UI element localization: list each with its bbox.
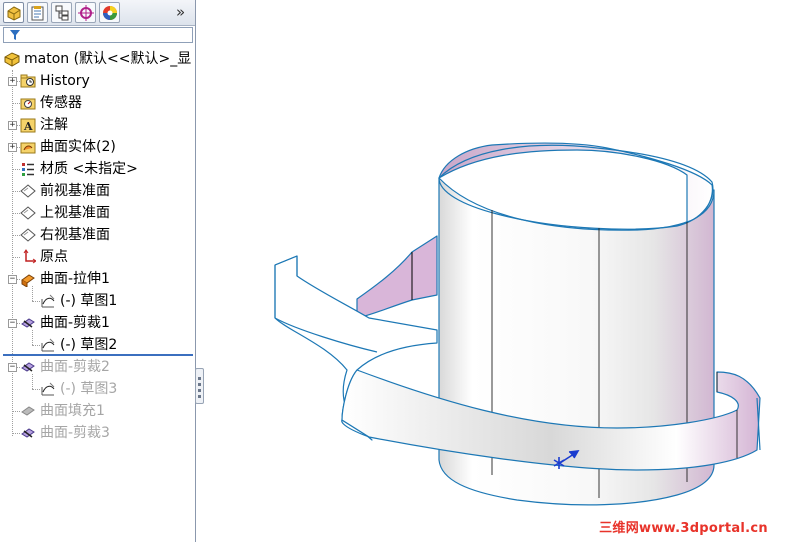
surface-extrude-icon xyxy=(21,274,35,287)
sketch-icon xyxy=(41,382,55,396)
tree-item-label: 前视基准面 xyxy=(40,183,110,199)
surface-trim-icon xyxy=(21,318,35,328)
tree-item[interactable]: (-) 草图1 xyxy=(0,286,195,312)
tree-item-label: 曲面-剪裁2 xyxy=(40,359,110,375)
tree-item-label: 注解 xyxy=(40,117,68,133)
part-icon xyxy=(4,52,20,67)
configurationmanager-tab[interactable] xyxy=(51,2,72,23)
tree-guide-line xyxy=(32,301,40,302)
tree-item[interactable]: 前视基准面 xyxy=(0,180,195,202)
svg-text:A: A xyxy=(23,120,33,133)
surface-trim-icon xyxy=(21,362,35,372)
graphics-viewport[interactable] xyxy=(197,0,788,542)
tree-item-label: 曲面-剪裁3 xyxy=(40,425,110,441)
origin-icon xyxy=(23,249,36,264)
collapse-toggle-icon[interactable]: − xyxy=(8,275,17,284)
tree-item[interactable]: (-) 草图3 xyxy=(0,374,195,400)
dimxpert-tab[interactable] xyxy=(75,2,96,23)
tree-item[interactable]: − 曲面-剪裁2 xyxy=(0,356,195,378)
tree-item[interactable]: 原点 xyxy=(0,246,195,268)
manager-tab-bar: » xyxy=(0,0,195,26)
tree-guide-line xyxy=(32,286,33,301)
tree-item-label: maton (默认<<默认>_显 xyxy=(24,51,192,67)
feature-tree-icon xyxy=(7,6,21,21)
plane-icon xyxy=(20,184,36,198)
tree-guide-line xyxy=(12,191,20,192)
expand-toggle-icon[interactable]: + xyxy=(8,77,17,86)
tree-item-label: 右视基准面 xyxy=(40,227,110,243)
material-icon xyxy=(22,163,34,176)
tree-item[interactable]: + 曲面实体(2) xyxy=(0,136,195,158)
more-tabs-chevron[interactable]: » xyxy=(176,3,185,21)
tree-item[interactable]: 传感器 xyxy=(0,92,195,114)
surface-fill-icon xyxy=(21,406,35,416)
tree-item-label: 传感器 xyxy=(40,95,82,111)
tree-item[interactable]: 材质 <未指定> xyxy=(0,158,195,180)
tree-guide-line xyxy=(32,330,33,345)
tree-item-label: History xyxy=(40,73,90,89)
rollback-bar[interactable] xyxy=(3,354,193,356)
tree-item[interactable]: (-) 草图2 xyxy=(0,330,195,356)
tree-guide-line xyxy=(12,213,20,214)
sensor-icon xyxy=(20,98,36,110)
tree-item-label: 曲面-剪裁1 xyxy=(40,315,110,331)
tree-item[interactable]: 曲面填充1 xyxy=(0,400,195,422)
collapse-toggle-icon[interactable]: − xyxy=(8,319,17,328)
surface-trim-icon xyxy=(21,428,35,438)
tree-item-label: 曲面实体(2) xyxy=(40,139,116,155)
property-manager-icon xyxy=(31,6,44,21)
filter-icon xyxy=(10,30,20,40)
annotation-icon: A xyxy=(20,118,36,133)
tree-item[interactable]: 右视基准面 xyxy=(0,224,195,246)
tree-item[interactable]: − 曲面-剪裁1 xyxy=(0,312,195,334)
appearance-icon xyxy=(103,6,117,20)
tree-item-label: 曲面填充1 xyxy=(40,403,105,419)
tree-item[interactable]: − 曲面-拉伸1 xyxy=(0,268,195,290)
tree-item-label: (-) 草图1 xyxy=(60,293,118,309)
history-folder-icon xyxy=(20,74,36,88)
tree-item[interactable]: 曲面-剪裁3 xyxy=(0,422,195,444)
tree-guide-line xyxy=(12,103,20,104)
watermark-text: 三维网www.3dportal.cn xyxy=(599,521,768,536)
tree-item-label: 材质 <未指定> xyxy=(40,161,138,177)
tree-item-label: (-) 草图2 xyxy=(60,337,118,353)
tree-guide-line xyxy=(12,257,20,258)
tree-item-label: 上视基准面 xyxy=(40,205,110,221)
propertymanager-tab[interactable] xyxy=(27,2,48,23)
tree-guide-line xyxy=(12,411,20,412)
tree-guide-line xyxy=(12,433,20,434)
tree-guide-line xyxy=(12,169,20,170)
surface-bodies-icon xyxy=(20,142,36,154)
collapse-toggle-icon[interactable]: − xyxy=(8,363,17,372)
feature-manager-panel: » maton (默认<<默认>_显 + History 传感器 + A 注解 + 曲面实体(2… xyxy=(0,0,196,542)
tree-filter-field[interactable] xyxy=(3,27,193,43)
sketch-icon xyxy=(41,338,55,352)
cup-model[interactable] xyxy=(274,142,761,506)
tree-item[interactable]: 上视基准面 xyxy=(0,202,195,224)
tree-item-label: 原点 xyxy=(40,249,68,265)
display-manager-tab[interactable] xyxy=(99,2,120,23)
sketch-icon xyxy=(41,294,55,308)
expand-toggle-icon[interactable]: + xyxy=(8,143,17,152)
tree-guide-line xyxy=(12,235,20,236)
configuration-manager-icon xyxy=(55,5,69,21)
tree-guide-line xyxy=(32,345,40,346)
tree-root-part[interactable]: maton (默认<<默认>_显 xyxy=(0,48,195,70)
plane-icon xyxy=(20,228,36,242)
tree-guide-line xyxy=(32,389,40,390)
tree-item[interactable]: + History xyxy=(0,70,195,92)
tree-item[interactable]: + A 注解 xyxy=(0,114,195,136)
plane-icon xyxy=(20,206,36,220)
tree-item-label: 曲面-拉伸1 xyxy=(40,271,110,287)
featuremanager-tab[interactable] xyxy=(3,2,24,23)
handle-connector-surface xyxy=(356,235,438,319)
expand-toggle-icon[interactable]: + xyxy=(8,121,17,130)
tree-guide-line xyxy=(32,374,33,389)
tree-item-label: (-) 草图3 xyxy=(60,381,118,397)
dimxpert-icon xyxy=(78,5,94,21)
